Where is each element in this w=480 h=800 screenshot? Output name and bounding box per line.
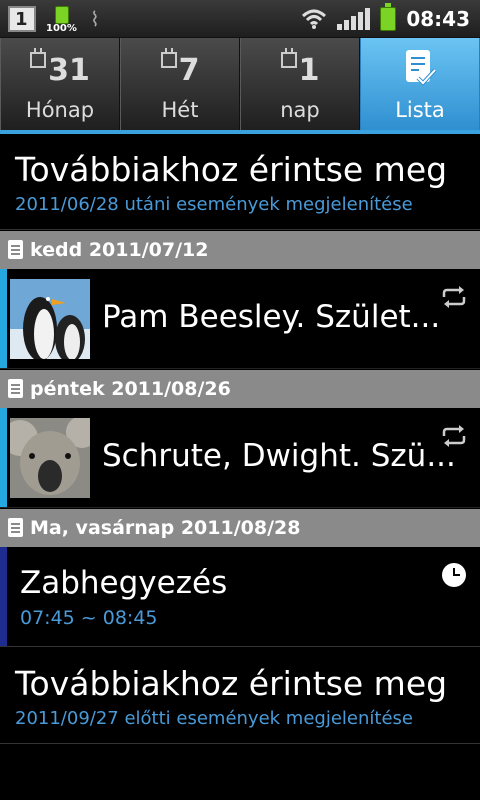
calendar-color-bar — [0, 269, 7, 368]
load-more-subtitle: 2011/09/27 előtti események megjelenítés… — [15, 708, 413, 729]
date-header: péntek 2011/08/26 — [0, 370, 480, 408]
tab-list[interactable]: Lista — [360, 38, 480, 130]
load-more-title: Továbbiakhoz érintse meg — [15, 150, 448, 189]
contact-photo-koala — [10, 418, 90, 498]
tab-week-label: Hét — [161, 98, 199, 122]
date-header-text: Ma, vasárnap 2011/08/28 — [30, 517, 301, 539]
list-item[interactable]: Zabhegyezés 07:45 ~ 08:45 — [0, 547, 480, 647]
event-title: Pam Beesley. Szület... — [102, 299, 441, 335]
list-item[interactable]: Pam Beesley. Szület... — [0, 269, 480, 369]
event-title: Schrute, Dwight. Szü... — [102, 438, 456, 474]
contact-photo-penguin — [10, 279, 90, 359]
signal-strength-icon — [337, 8, 371, 30]
date-header: kedd 2011/07/12 — [0, 231, 480, 269]
battery-percent: 100% — [46, 23, 77, 34]
load-later-events-button[interactable]: Továbbiakhoz érintse meg 2011/06/28 után… — [0, 134, 480, 230]
event-title: Zabhegyezés — [20, 565, 228, 601]
date-header-text: péntek 2011/08/26 — [30, 378, 231, 400]
list-check-icon — [406, 50, 437, 86]
calendar-icon — [8, 518, 23, 537]
tab-month-label: Hónap — [25, 98, 95, 122]
notification-icon[interactable]: 1 — [8, 6, 36, 32]
tab-week[interactable]: 7 Hét — [120, 38, 240, 130]
view-tabs: 31 Hónap 7 Hét 1 nap Lista — [0, 38, 480, 130]
tab-day[interactable]: 1 nap — [240, 38, 360, 130]
calendar-icon — [8, 240, 23, 259]
date-header-text: kedd 2011/07/12 — [30, 239, 209, 261]
calendar-icon — [30, 48, 47, 68]
load-earlier-events-button[interactable]: Továbbiakhoz érintse meg 2011/09/27 előt… — [0, 648, 480, 744]
load-more-subtitle: 2011/06/28 utáni események megjelenítése — [15, 194, 413, 215]
battery-full-icon: 100% — [46, 4, 80, 34]
event-time: 07:45 ~ 08:45 — [20, 607, 158, 629]
usb-icon: ⌇ — [90, 7, 100, 31]
calendar-icon — [280, 48, 297, 68]
notification-count: 1 — [15, 9, 28, 30]
calendar-color-bar — [0, 547, 7, 646]
repeat-icon — [442, 425, 466, 447]
tab-week-number: 7 — [178, 53, 200, 88]
load-more-title: Továbbiakhoz érintse meg — [15, 664, 448, 703]
calendar-color-bar — [0, 408, 7, 507]
tab-month[interactable]: 31 Hónap — [0, 38, 120, 130]
clock: 08:43 — [406, 7, 470, 31]
date-header: Ma, vasárnap 2011/08/28 — [0, 509, 480, 547]
status-bar: 1 100% ⌇ 08:43 — [0, 0, 480, 38]
tab-day-number: 1 — [298, 53, 320, 88]
tab-month-number: 31 — [48, 53, 90, 88]
repeat-icon — [442, 286, 466, 308]
tab-list-label: Lista — [395, 98, 445, 122]
calendar-icon — [8, 379, 23, 398]
wifi-icon — [302, 9, 327, 29]
list-item[interactable]: Schrute, Dwight. Szü... — [0, 408, 480, 508]
alarm-icon — [442, 563, 466, 587]
calendar-icon — [160, 48, 177, 68]
tab-day-label: nap — [280, 98, 320, 122]
battery-icon — [380, 3, 397, 31]
